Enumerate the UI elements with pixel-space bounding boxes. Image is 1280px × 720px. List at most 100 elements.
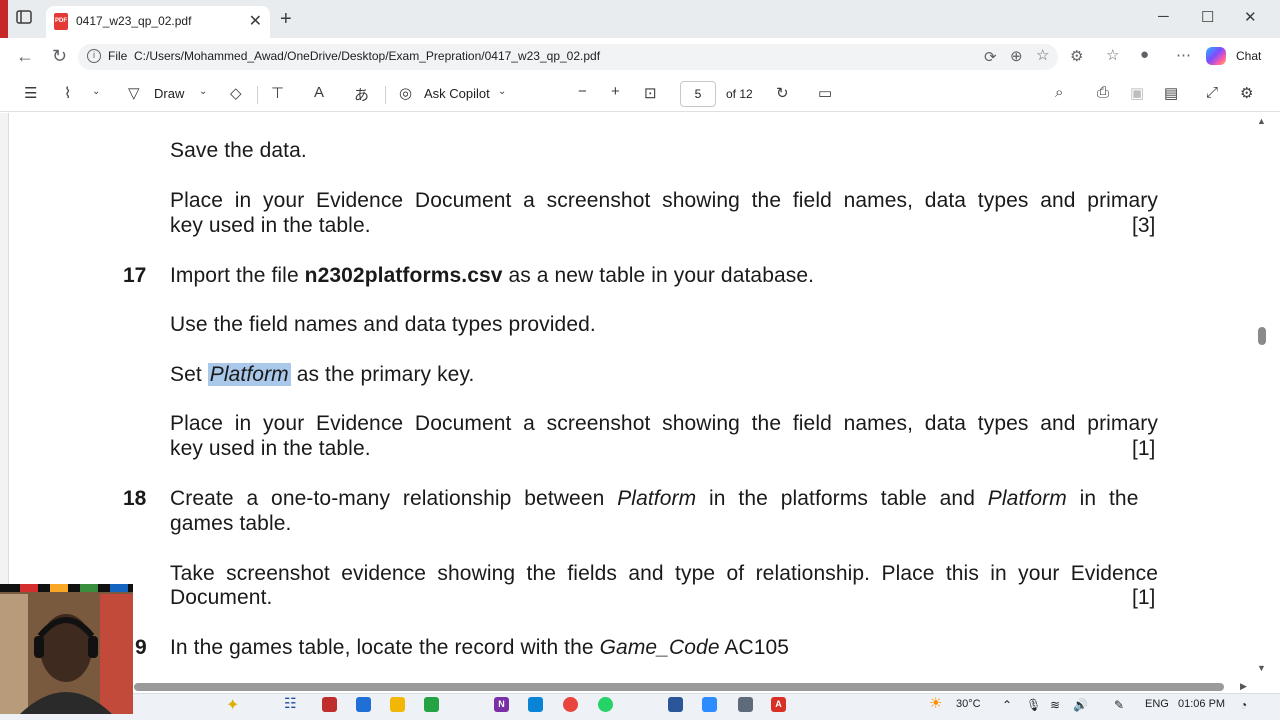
weather-temp[interactable]: 30°C [956,698,981,710]
highlight-icon[interactable]: ⌇ [64,84,71,102]
url-scheme: File [108,49,128,63]
page-view-icon[interactable]: ▭ [818,84,832,102]
vertical-scrollbar[interactable] [1254,113,1268,683]
doc-q18-marks: [1] [1132,586,1156,609]
app-icon[interactable] [424,697,439,712]
microphone-icon[interactable]: 🎙 [1026,698,1041,712]
scroll-up-icon[interactable]: ▲ [1257,116,1266,126]
app-icon[interactable] [356,697,371,712]
tab-title: 0417_w23_qp_02.pdf [76,14,192,28]
clock[interactable]: 01:06 PM [1178,698,1225,710]
rotate-icon[interactable]: ↻ [776,84,789,102]
ask-copilot-label[interactable]: Ask Copilot [424,86,490,101]
doc-q17-evidence-line1: Place in your Evidence Document a screen… [170,412,1158,435]
maximize-icon[interactable]: ☐ [1201,8,1214,26]
vertical-scroll-thumb[interactable] [1258,327,1266,345]
draw-icon[interactable]: ▽ [128,84,140,102]
read-aloud-icon[interactable]: ⟳ [984,48,997,66]
doc-q17-set: Set Platform as the primary key. [170,363,474,387]
language-indicator[interactable]: ENG [1145,698,1169,710]
favorite-star-icon[interactable]: ☆ [1036,46,1049,64]
ask-copilot-icon[interactable]: ◎ [399,84,412,102]
tab-actions-button[interactable] [14,8,38,30]
scroll-down-icon[interactable]: ▼ [1257,663,1266,673]
doc-q17-marks: [1] [1132,437,1156,460]
q18-field1: Platform [617,487,697,510]
tab-close-icon[interactable]: ✕ [249,11,262,31]
pdf-file-icon: PDF [54,13,68,30]
settings-gear-icon[interactable]: ⚙ [1240,84,1253,102]
q18-field2: Platform [987,487,1067,510]
favorites-icon[interactable]: ☆ [1106,46,1119,64]
scroll-right-icon[interactable]: ▶ [1240,681,1247,692]
q19-suffix: AC105 [719,636,790,659]
address-bar[interactable]: i File C:/Users/Mohammed_Awad/OneDrive/D… [78,44,1058,70]
doc-q16-evidence-line1: Place in your Evidence Document a screen… [170,189,1158,212]
draw-label[interactable]: Draw [154,86,184,101]
q17-set-prefix: Set [170,363,208,386]
eraser-icon[interactable]: ◇ [230,84,242,102]
question-number-18: 18 [123,487,147,510]
new-tab-icon[interactable]: + [280,8,292,31]
chevron-down-icon[interactable]: ⌄ [498,86,506,97]
zoom-out-icon[interactable]: − [578,83,587,100]
horizontal-scroll-thumb[interactable] [134,683,1224,691]
task-view-icon[interactable]: ☷ [284,695,297,712]
info-icon[interactable]: i [87,49,101,63]
back-icon[interactable]: ← [16,46,34,67]
close-window-icon[interactable]: ✕ [1244,8,1257,26]
fullscreen-icon[interactable]: ⤢ [1206,84,1218,101]
doc-line-save: Save the data. [170,139,307,162]
page-number-input[interactable]: 5 [680,81,716,107]
zoom-app-icon[interactable] [702,697,717,712]
weather-icon: ☀ [929,695,943,712]
print-icon[interactable]: ⎙ [1097,84,1109,101]
doc-q18-line2: games table. [170,512,292,535]
save-as-icon[interactable]: ▤ [1164,84,1178,102]
app-icon[interactable] [738,697,753,712]
translate-icon[interactable]: あ [354,84,369,105]
tab-pdf[interactable]: PDF 0417_w23_qp_02.pdf ✕ [46,6,270,38]
contents-icon[interactable]: ☰ [24,84,37,102]
volume-icon[interactable]: 🔊 [1073,698,1088,712]
zoom-icon[interactable]: ⊕ [1010,47,1023,65]
webcam-person-image [0,584,133,714]
whatsapp-icon[interactable] [598,697,613,712]
doc-q18-line1: Create a one-to-many relationship betwee… [170,487,1138,511]
tray-chevron-icon[interactable]: ⌃ [1002,698,1012,712]
refresh-icon[interactable]: ↻ [52,46,67,67]
zoom-in-icon[interactable]: + [611,83,620,100]
minimize-icon[interactable]: ─ [1158,8,1169,25]
save-icon[interactable]: ▣ [1130,84,1144,102]
search-icon[interactable]: ⌕ [1055,84,1063,101]
webcam-overlay [0,584,133,714]
chevron-down-icon[interactable]: ⌄ [199,86,207,97]
q18-line1-c: in the [1066,487,1139,510]
edge-icon[interactable] [528,697,543,712]
more-menu-icon[interactable]: ⋯ [1176,46,1191,64]
network-icon[interactable]: ≋ [1050,698,1060,712]
extensions-icon[interactable]: ⚙ [1070,47,1083,65]
copilot-sparkle-icon[interactable]: ✦ [226,695,239,715]
text-box-icon[interactable]: ⊤ [271,84,284,102]
read-aloud-text-icon[interactable]: A [314,84,324,101]
file-explorer-icon[interactable] [390,697,405,712]
onenote-icon[interactable]: N [494,697,509,712]
profile-avatar-icon[interactable]: ● [1140,46,1149,63]
acrobat-icon[interactable]: A [771,697,786,712]
q17-import-prefix: Import the file [170,264,305,287]
q17-selected-platform[interactable]: Platform [207,363,291,386]
doc-q18-take-line1: Take screenshot evidence showing the fie… [170,562,1158,585]
q18-line1-b: in the platforms table and [696,487,988,510]
fit-width-icon[interactable]: ⊡ [644,84,657,102]
chrome-icon[interactable] [563,697,578,712]
q17-filename: n2302platforms.csv [304,264,503,287]
pen-icon[interactable]: ✎ [1114,698,1124,712]
q17-import-suffix: as a new table in your database. [502,264,815,287]
chevron-down-icon[interactable]: ⌄ [92,86,100,97]
notification-icon[interactable]: ◔ [1240,698,1247,712]
app-icon[interactable] [322,697,337,712]
url-text[interactable]: C:/Users/Mohammed_Awad/OneDrive/Desktop/… [134,49,600,63]
doc-q16-marks: [3] [1132,214,1156,237]
app-icon[interactable] [668,697,683,712]
